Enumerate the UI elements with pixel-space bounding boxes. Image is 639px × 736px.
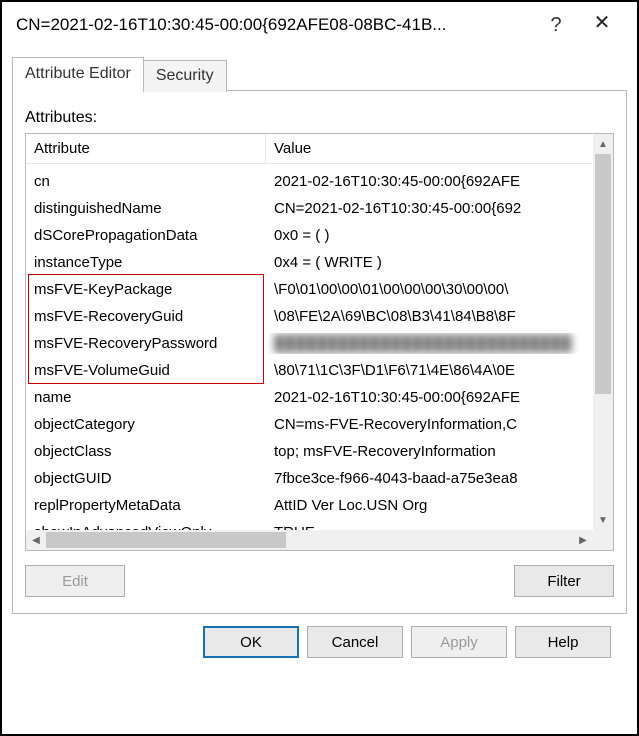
scroll-down-icon[interactable]: ▼ xyxy=(593,510,613,530)
attribute-value: \F0\01\00\00\01\00\00\00\30\00\00\ xyxy=(266,279,593,300)
table-row[interactable]: msFVE-VolumeGuid\80\71\1C\3F\D1\F6\71\4E… xyxy=(26,357,593,384)
attributes-table: Attribute Value cn2021-02-16T10:30:45-00… xyxy=(25,133,614,551)
attribute-name: msFVE-RecoveryGuid xyxy=(26,306,266,327)
edit-button: Edit xyxy=(25,565,125,597)
tab-security[interactable]: Security xyxy=(143,60,227,92)
window-title: CN=2021-02-16T10:30:45-00:00{692AFE08-08… xyxy=(16,15,533,35)
ok-button[interactable]: OK xyxy=(203,626,299,658)
attribute-value: CN=2021-02-16T10:30:45-00:00{692 xyxy=(266,198,593,219)
attribute-name: name xyxy=(26,387,266,408)
filter-button[interactable]: Filter xyxy=(514,565,614,597)
attribute-name: distinguishedName xyxy=(26,198,266,219)
help-icon[interactable]: ? xyxy=(533,14,579,37)
table-row[interactable]: msFVE-KeyPackage\F0\01\00\00\01\00\00\00… xyxy=(26,276,593,303)
column-header-attribute[interactable]: Attribute xyxy=(26,134,266,163)
tab-strip: Attribute Editor Security xyxy=(12,56,627,90)
table-row[interactable]: objectClasstop; msFVE-RecoveryInformatio… xyxy=(26,438,593,465)
hscroll-thumb[interactable] xyxy=(46,532,286,548)
attribute-name: msFVE-RecoveryPassword xyxy=(26,333,266,354)
table-header: Attribute Value xyxy=(26,134,613,164)
table-body[interactable]: cn2021-02-16T10:30:45-00:00{692AFEdistin… xyxy=(26,168,593,530)
attribute-value: 7fbce3ce-f966-4043-baad-a75e3ea8 xyxy=(266,468,593,489)
cancel-button[interactable]: Cancel xyxy=(307,626,403,658)
table-row[interactable]: instanceType0x4 = ( WRITE ) xyxy=(26,249,593,276)
attribute-name: objectCategory xyxy=(26,414,266,435)
attribute-name: msFVE-KeyPackage xyxy=(26,279,266,300)
scroll-right-icon[interactable]: ▶ xyxy=(573,530,593,550)
table-row[interactable]: showInAdvancedViewOnlyTRUE xyxy=(26,519,593,530)
scroll-up-icon[interactable]: ▲ xyxy=(593,134,613,154)
attribute-value: CN=ms-FVE-RecoveryInformation,C xyxy=(266,414,593,435)
properties-dialog: CN=2021-02-16T10:30:45-00:00{692AFE08-08… xyxy=(0,0,639,736)
table-row[interactable]: dSCorePropagationData0x0 = ( ) xyxy=(26,222,593,249)
help-button[interactable]: Help xyxy=(515,626,611,658)
vscroll-thumb[interactable] xyxy=(595,154,611,394)
attribute-name: replPropertyMetaData xyxy=(26,495,266,516)
panel-button-row: Edit Filter xyxy=(25,565,614,597)
attribute-name: showInAdvancedViewOnly xyxy=(26,522,266,530)
attribute-value: AttID Ver Loc.USN Org xyxy=(266,495,593,516)
table-row[interactable]: distinguishedNameCN=2021-02-16T10:30:45-… xyxy=(26,195,593,222)
attribute-value: 0x4 = ( WRITE ) xyxy=(266,252,593,273)
apply-button: Apply xyxy=(411,626,507,658)
vertical-scrollbar[interactable]: ▲ ▼ xyxy=(593,134,613,530)
attribute-name: instanceType xyxy=(26,252,266,273)
table-row[interactable]: replPropertyMetaData AttID Ver Loc.USN O… xyxy=(26,492,593,519)
tab-attribute-editor[interactable]: Attribute Editor xyxy=(12,57,144,91)
scroll-corner xyxy=(593,530,613,550)
attribute-value: 2021-02-16T10:30:45-00:00{692AFE xyxy=(266,171,593,192)
attribute-name: objectGUID xyxy=(26,468,266,489)
table-row[interactable]: cn2021-02-16T10:30:45-00:00{692AFE xyxy=(26,168,593,195)
dialog-button-row: OK Cancel Apply Help xyxy=(12,614,627,658)
table-row[interactable]: msFVE-RecoveryGuid\08\FE\2A\69\BC\08\B3\… xyxy=(26,303,593,330)
attribute-value: ████████████████████████████ xyxy=(266,333,593,354)
table-row[interactable]: msFVE-RecoveryPassword██████████████████… xyxy=(26,330,593,357)
close-icon[interactable]: ✕ xyxy=(579,13,625,33)
attribute-value: top; msFVE-RecoveryInformation xyxy=(266,441,593,462)
content: Attribute Editor Security Attributes: At… xyxy=(2,50,637,668)
attribute-value: \80\71\1C\3F\D1\F6\71\4E\86\4A\0E xyxy=(266,360,593,381)
table-row[interactable]: objectGUID7fbce3ce-f966-4043-baad-a75e3e… xyxy=(26,465,593,492)
scroll-left-icon[interactable]: ◀ xyxy=(26,530,46,550)
attribute-value: TRUE xyxy=(266,522,593,530)
attributes-label: Attributes: xyxy=(25,109,614,127)
attribute-value: \08\FE\2A\69\BC\08\B3\41\84\B8\8F xyxy=(266,306,593,327)
attribute-value: 2021-02-16T10:30:45-00:00{692AFE xyxy=(266,387,593,408)
table-row[interactable]: name2021-02-16T10:30:45-00:00{692AFE xyxy=(26,384,593,411)
attribute-name: cn xyxy=(26,171,266,192)
attribute-name: msFVE-VolumeGuid xyxy=(26,360,266,381)
titlebar: CN=2021-02-16T10:30:45-00:00{692AFE08-08… xyxy=(2,2,637,50)
column-header-value[interactable]: Value xyxy=(266,134,613,163)
attribute-value: 0x0 = ( ) xyxy=(266,225,593,246)
table-row[interactable]: objectCategoryCN=ms-FVE-RecoveryInformat… xyxy=(26,411,593,438)
tab-panel: Attributes: Attribute Value cn2021-02-16… xyxy=(12,90,627,614)
attribute-name: dSCorePropagationData xyxy=(26,225,266,246)
horizontal-scrollbar[interactable]: ◀ ▶ xyxy=(26,530,593,550)
attribute-name: objectClass xyxy=(26,441,266,462)
